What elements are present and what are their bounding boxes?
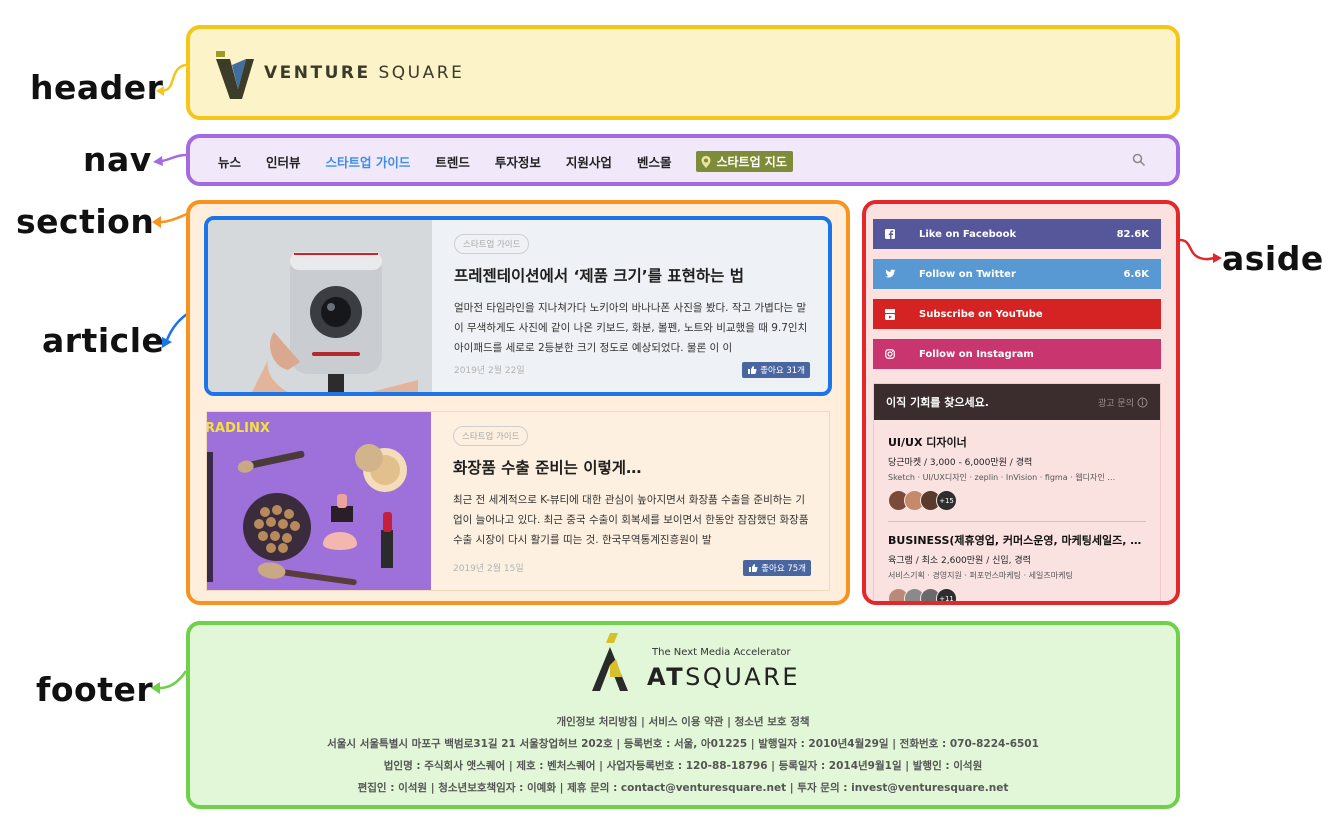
social-label: Follow on Instagram: [919, 348, 1034, 360]
label-nav: nav: [83, 140, 152, 179]
job-tags: 서비스기획 · 경영지원 · 퍼포먼스마케팅 · 세일즈마케팅: [888, 571, 1073, 580]
like-button[interactable]: 좋아요 75개: [743, 560, 811, 576]
social-label: Like on Facebook: [919, 228, 1017, 240]
job-listing[interactable]: BUSINESS(제휴영업, 커머스운영, 마케팅세일즈, … 육그램 / 최소 …: [874, 532, 1160, 601]
footer-brand: ATSQUARE: [647, 663, 801, 691]
nav-item[interactable]: 벤스몰: [637, 152, 672, 171]
job-tags: Sketch · UI/UX디자인 · zeplin · InVision · …: [888, 473, 1116, 482]
job-company: 당근마켓 / 3,000 - 6,000만원 / 경력: [888, 458, 1033, 468]
nav-menu: 뉴스 인터뷰 스타트업 가이드 트렌드 투자정보 지원사업 벤스몰 스타트업 지도: [218, 151, 793, 172]
article-date: 2019년 2월 22일: [454, 366, 525, 376]
job-title[interactable]: BUSINESS(제휴영업, 커머스운영, 마케팅세일즈, …: [888, 532, 1146, 548]
atsquare-logo-icon: [592, 633, 628, 691]
nav-region: 뉴스 인터뷰 스타트업 가이드 트렌드 투자정보 지원사업 벤스몰 스타트업 지도: [186, 134, 1180, 186]
article-excerpt: 얼마전 타임라인을 지나쳐가다 노키아의 바나나폰 사진을 봤다. 작고 가볍다…: [454, 302, 808, 354]
cosmetics-image-icon: RADLINX: [207, 412, 431, 590]
article-excerpt: 최근 전 세계적으로 K-뷰티에 대한 관심이 높아지면서 화장품 수출을 준비…: [453, 494, 809, 546]
nav-item[interactable]: 투자정보: [495, 152, 541, 171]
footer-info: 개인정보 처리방침 | 서비스 이용 약관 | 청소년 보호 정책서울시 서울특…: [190, 711, 1176, 799]
job-widget-header: 이직 기회를 찾으세요. 광고 문의: [874, 384, 1160, 420]
instagram-icon: [883, 347, 897, 361]
site-logo[interactable]: VENTURE SQUARE: [212, 45, 464, 101]
footer-line: 서울시 서울특별시 마포구 백범로31길 21 서울창업허브 202호 | 등록…: [327, 738, 1039, 750]
like-button[interactable]: 좋아요 31개: [742, 362, 810, 378]
label-section: section: [16, 202, 155, 241]
job-widget-title: 이직 기회를 찾으세요.: [886, 396, 989, 409]
article-card[interactable]: 스타트업 가이드 프레젠테이션에서 ‘제품 크기’를 표현하는 법 얼마전 타임…: [204, 216, 832, 396]
job-company: 육그램 / 최소 2,600만원 / 신입, 경력: [888, 556, 1031, 566]
social-label: Subscribe on YouTube: [919, 308, 1043, 320]
job-list: UI/UX 디자이너당근마켓 / 3,000 - 6,000만원 / 경력 Ske…: [874, 434, 1160, 601]
social-button-instagram[interactable]: Follow on Instagram: [873, 339, 1161, 369]
info-icon: [1137, 397, 1148, 407]
ad-inquiry-link[interactable]: 광고 문의: [1098, 396, 1148, 409]
nav-item[interactable]: 뉴스: [218, 152, 241, 171]
article-title[interactable]: 프레젠테이션에서 ‘제품 크기’를 표현하는 법: [454, 264, 810, 286]
article-thumbnail-cosmetics: RADLINX: [207, 412, 431, 590]
nav-item-startup-map[interactable]: 스타트업 지도: [696, 151, 793, 172]
job-title[interactable]: UI/UX 디자이너: [888, 434, 1146, 450]
nav-item[interactable]: 스타트업 가이드: [326, 152, 411, 171]
nav-item[interactable]: 트렌드: [435, 152, 470, 171]
section-arrow-icon: [152, 212, 188, 228]
applicant-avatars: +11: [888, 588, 1146, 601]
label-aside: aside: [1222, 239, 1324, 278]
section-region: 스타트업 가이드 프레젠테이션에서 ‘제품 크기’를 표현하는 법 얼마전 타임…: [186, 200, 850, 605]
camera-image-icon: [208, 220, 432, 392]
facebook-icon: [883, 227, 897, 241]
avatar-more-count: +15: [936, 490, 957, 511]
social-label: Follow on Twitter: [919, 268, 1016, 280]
logo-wordmark: VENTURE SQUARE: [264, 63, 465, 83]
article-thumbnail-camera: [208, 220, 432, 392]
nav-item[interactable]: 인터뷰: [266, 152, 301, 171]
social-button-youtube[interactable]: Subscribe on YouTube: [873, 299, 1161, 329]
footer-line: 법인명 : 주식회사 앳스퀘어 | 제호 : 벤처스퀘어 | 사업자등록번호 :…: [383, 760, 983, 772]
header-arrow-icon: [156, 63, 187, 96]
article-tag[interactable]: 스타트업 가이드: [454, 234, 530, 254]
avatar-more-count: +11: [936, 588, 957, 601]
header-region: VENTURE SQUARE: [186, 25, 1180, 120]
map-pin-icon: [701, 155, 711, 168]
social-button-twitter[interactable]: Follow on Twitter 6.6K: [873, 259, 1161, 289]
thumbs-up-icon: [748, 366, 757, 374]
label-header: header: [30, 68, 164, 107]
job-widget: 이직 기회를 찾으세요. 광고 문의 UI/UX 디자이너당근마켓 / 3,00…: [873, 383, 1161, 601]
footer-line: 편집인 : 이석원 | 청소년보호책임자 : 이예화 | 제휴 문의 : con…: [357, 782, 1009, 794]
footer-line[interactable]: 개인정보 처리방침 | 서비스 이용 약관 | 청소년 보호 정책: [190, 711, 1176, 733]
article-date: 2019년 2월 15일: [453, 564, 524, 574]
aside-region: Like on Facebook 82.6K Follow on Twitter 6.…: [862, 200, 1180, 605]
social-button-facebook[interactable]: Like on Facebook 82.6K: [873, 219, 1161, 249]
search-icon[interactable]: [1132, 153, 1146, 167]
thumb-brand: RADLINX: [207, 421, 270, 436]
footer-arrow-icon: [151, 670, 188, 694]
footer-region: The Next Media Accelerator ATSQUARE 개인정보…: [186, 621, 1180, 809]
venture-square-logo-icon: [216, 51, 254, 99]
footer-tagline: The Next Media Accelerator: [652, 647, 791, 658]
like-count: 좋아요 31개: [760, 366, 805, 376]
article-card[interactable]: RADLINX 스타트업 가이드 화장품 수출 준비는 이렇게… 최근 전 세계…: [206, 411, 830, 591]
nav-arrow-icon: [153, 153, 187, 166]
job-divider: [888, 521, 1146, 522]
article-tag[interactable]: 스타트업 가이드: [453, 426, 529, 446]
youtube-icon: [883, 307, 897, 321]
applicant-avatars: +15: [888, 490, 1146, 511]
twitter-icon: [883, 267, 897, 281]
social-count: 82.6K: [1116, 228, 1149, 240]
social-count: 6.6K: [1123, 268, 1149, 280]
label-article: article: [42, 321, 165, 360]
nav-item[interactable]: 지원사업: [566, 152, 612, 171]
like-count: 좋아요 75개: [761, 564, 806, 574]
job-listing[interactable]: UI/UX 디자이너당근마켓 / 3,000 - 6,000만원 / 경력 Ske…: [874, 434, 1160, 511]
article-title[interactable]: 화장품 수출 준비는 이렇게…: [453, 456, 811, 478]
thumbs-up-icon: [749, 564, 758, 572]
aside-arrow-icon: [1179, 238, 1222, 263]
label-footer: footer: [36, 670, 154, 709]
